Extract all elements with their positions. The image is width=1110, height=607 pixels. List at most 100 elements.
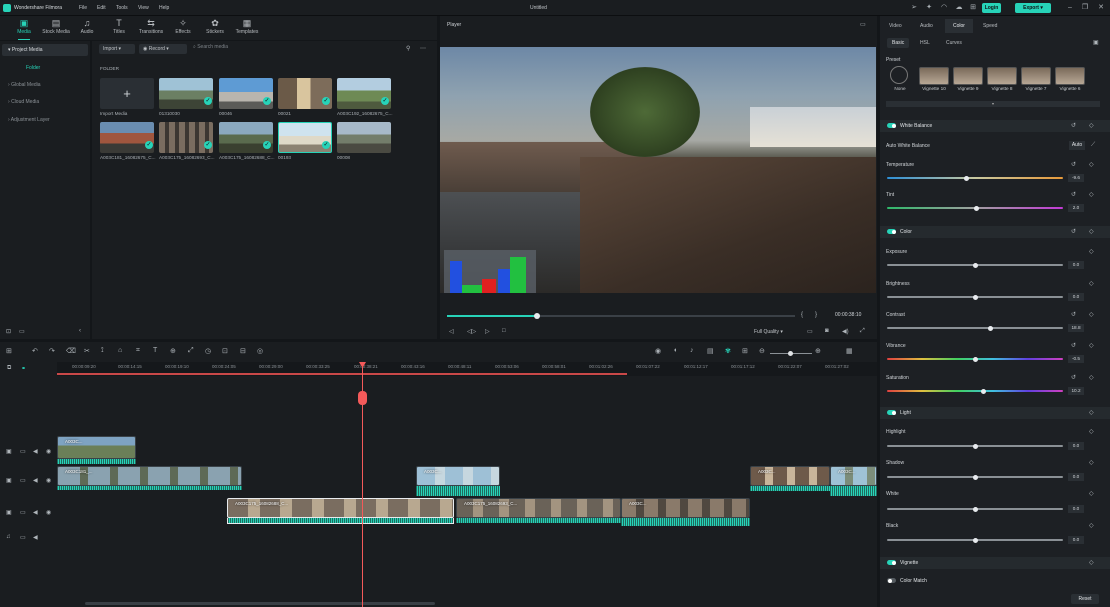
tool-templates[interactable]: ▦ Templates bbox=[232, 16, 262, 40]
temperature-handle[interactable] bbox=[963, 175, 969, 181]
export-button[interactable]: Export ▾ bbox=[1015, 3, 1051, 13]
menu-file[interactable]: File bbox=[79, 5, 87, 11]
cart-icon[interactable]: ⊞ bbox=[969, 4, 977, 12]
tool-media[interactable]: ▣ Media bbox=[9, 16, 39, 40]
tint-slider[interactable] bbox=[887, 205, 1063, 211]
contrast-value[interactable]: 18.8 bbox=[1068, 324, 1084, 332]
keyframe-icon[interactable]: ◇ bbox=[1089, 522, 1094, 529]
vibrance-value[interactable]: -0.5 bbox=[1068, 355, 1084, 363]
black-handle[interactable] bbox=[972, 537, 978, 543]
player-progress[interactable] bbox=[447, 313, 795, 319]
keyframe-icon[interactable]: ◇ bbox=[1089, 490, 1094, 497]
tab-video[interactable]: Video bbox=[889, 19, 902, 33]
color-toggle[interactable] bbox=[887, 229, 896, 234]
quality-select[interactable]: Full Quality ▾ bbox=[754, 329, 783, 335]
color-match-toggle[interactable] bbox=[887, 578, 896, 583]
reset-icon[interactable]: ↺ bbox=[1071, 374, 1076, 381]
snap-icon[interactable]: ✾ bbox=[725, 347, 731, 355]
vibrance-slider[interactable] bbox=[887, 356, 1063, 362]
volume-icon[interactable]: ◀ bbox=[33, 534, 38, 541]
preset-vignette-6[interactable] bbox=[1055, 67, 1085, 85]
microphone-icon[interactable]: ♪ bbox=[690, 347, 694, 354]
tab-audio[interactable]: Audio bbox=[920, 19, 933, 33]
zoom-slider[interactable] bbox=[770, 351, 812, 356]
white-value[interactable]: 0.0 bbox=[1068, 505, 1084, 513]
stop-icon[interactable]: □ bbox=[502, 328, 506, 334]
saturation-slider[interactable] bbox=[887, 388, 1063, 394]
keyframe-icon[interactable]: ◇ bbox=[1089, 409, 1094, 416]
white-handle[interactable] bbox=[972, 506, 978, 512]
sidebar-item-project-media[interactable]: ▾ Project Media bbox=[2, 44, 88, 56]
zoom-in-icon[interactable]: ⊕ bbox=[815, 347, 821, 355]
tool-transitions[interactable]: ⇆ Transitions bbox=[136, 16, 166, 40]
menu-tools[interactable]: Tools bbox=[116, 5, 128, 11]
marker-icon[interactable]: ◖ bbox=[673, 347, 677, 354]
send-icon[interactable]: ➢ bbox=[910, 4, 918, 12]
subtab-basic[interactable]: Basic bbox=[887, 38, 910, 48]
timeline-clip-selected[interactable]: A003C175_16082688_C... bbox=[227, 498, 454, 518]
speed-icon[interactable]: ◎ bbox=[257, 347, 263, 355]
timeline-clip[interactable]: A003C... bbox=[830, 466, 877, 486]
volume-icon[interactable]: ◀ bbox=[33, 509, 38, 516]
adjust-icon[interactable]: ⊟ bbox=[240, 347, 246, 355]
tint-handle[interactable] bbox=[974, 205, 980, 211]
brightness-handle[interactable] bbox=[972, 294, 978, 300]
mark-in-icon[interactable]: { bbox=[801, 312, 803, 318]
tool-stock-media[interactable]: ▤ Stock Media bbox=[41, 16, 71, 40]
auto-white-balance-button[interactable]: Auto bbox=[1069, 141, 1085, 150]
sidebar-item-adjustment-layer[interactable]: › Adjustment Layer bbox=[2, 114, 88, 126]
keyframe-icon[interactable]: ◇ bbox=[1089, 342, 1094, 349]
highlight-slider[interactable] bbox=[887, 443, 1063, 449]
render-icon[interactable]: ◉ bbox=[655, 347, 661, 355]
filter-icon[interactable]: ⚲ bbox=[406, 45, 410, 52]
close-icon[interactable]: ✕ bbox=[1097, 4, 1105, 12]
keyframe-icon[interactable]: ◇ bbox=[1089, 374, 1094, 381]
compare-icon[interactable]: ▣ bbox=[1093, 39, 1099, 46]
cloud-icon[interactable]: ☁ bbox=[955, 4, 963, 12]
undo-icon[interactable]: ↶ bbox=[32, 347, 38, 355]
sidebar-item-cloud-media[interactable]: › Cloud Media bbox=[2, 96, 88, 108]
black-slider[interactable] bbox=[887, 537, 1063, 543]
layout-icon[interactable]: ⊞ bbox=[6, 347, 12, 355]
camera-icon[interactable]: ◙ bbox=[825, 328, 829, 334]
preset-none[interactable] bbox=[890, 66, 908, 84]
menu-edit[interactable]: Edit bbox=[97, 5, 106, 11]
search-input[interactable]: ⌕ Search media bbox=[193, 44, 228, 50]
keyframe-icon[interactable]: ◇ bbox=[1089, 280, 1094, 287]
tint-value[interactable]: 2.0 bbox=[1068, 204, 1084, 212]
link-icon[interactable]: ⚭ bbox=[21, 365, 26, 372]
crop-icon[interactable]: ⌗ bbox=[136, 347, 140, 355]
menu-help[interactable]: Help bbox=[159, 5, 169, 11]
sidebar-item-folder[interactable]: Folder bbox=[2, 62, 88, 74]
tab-speed[interactable]: Speed bbox=[983, 19, 997, 33]
exposure-value[interactable]: 0.0 bbox=[1068, 261, 1084, 269]
reset-icon[interactable]: ↺ bbox=[1071, 342, 1076, 349]
highlight-value[interactable]: 0.0 bbox=[1068, 442, 1084, 450]
keyframe-icon[interactable]: ◇ bbox=[1089, 428, 1094, 435]
shadow-slider[interactable] bbox=[887, 474, 1063, 480]
preset-vignette-8[interactable] bbox=[987, 67, 1017, 85]
grid-icon[interactable]: ▦ bbox=[846, 347, 853, 355]
subtab-curves[interactable]: Curves bbox=[941, 38, 967, 48]
new-folder-icon[interactable]: ⊡ bbox=[6, 328, 11, 335]
voiceover-icon[interactable]: ▤ bbox=[707, 347, 714, 355]
media-thumb-9[interactable] bbox=[337, 122, 391, 153]
timeline-clip[interactable]: A003C... bbox=[621, 498, 750, 518]
brightness-slider[interactable] bbox=[887, 294, 1063, 300]
exposure-handle[interactable] bbox=[972, 262, 978, 268]
folder-icon[interactable]: ▭ bbox=[20, 448, 26, 455]
collapse-icon[interactable]: ‹ bbox=[79, 328, 81, 334]
folder-icon[interactable]: ▭ bbox=[19, 328, 25, 335]
keyframe-icon[interactable]: ◇ bbox=[1089, 191, 1094, 198]
eye-icon[interactable]: ◉ bbox=[46, 509, 51, 516]
rewind-icon[interactable]: ◁▷ bbox=[467, 328, 476, 335]
lightbulb-icon[interactable]: ✦ bbox=[925, 4, 933, 12]
contrast-handle[interactable] bbox=[988, 325, 994, 331]
monitor-icon[interactable]: ▭ bbox=[807, 328, 813, 335]
eye-icon[interactable]: ◉ bbox=[46, 477, 51, 484]
preset-vignette-10[interactable] bbox=[919, 67, 949, 85]
timeline-clip[interactable]: A003C... bbox=[750, 466, 830, 486]
ai-icon[interactable]: ⊞ bbox=[742, 347, 748, 355]
temperature-slider[interactable] bbox=[887, 175, 1063, 181]
headset-icon[interactable]: ◠ bbox=[940, 4, 948, 12]
